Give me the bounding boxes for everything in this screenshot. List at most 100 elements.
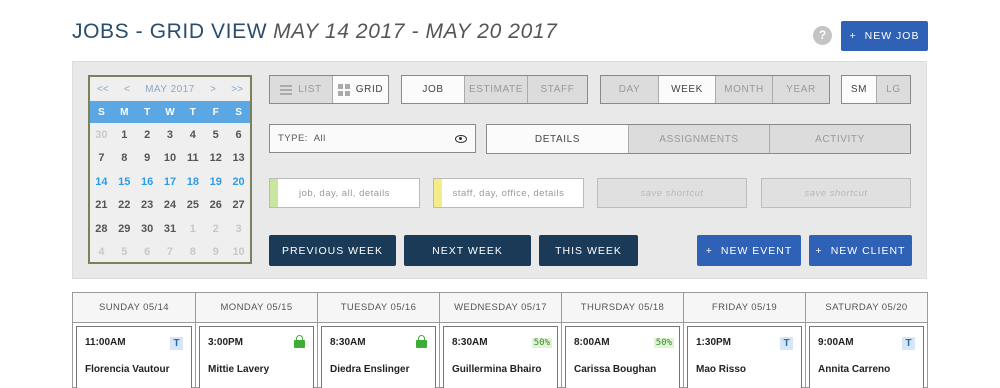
calendar-day-selected[interactable]: 20 — [227, 176, 250, 188]
calendar-day[interactable]: 4 — [90, 246, 113, 258]
type-filter-select[interactable]: TYPE: All — [269, 124, 476, 153]
calendar-day[interactable]: 1 — [113, 129, 136, 141]
calendar-day[interactable]: 4 — [181, 129, 204, 141]
size-toggle: SM LG — [841, 75, 911, 104]
prev-year-button[interactable]: << — [97, 84, 109, 95]
event-client-name: Guillermina Bhairo — [452, 364, 542, 375]
event-time: 9:00AM — [818, 337, 854, 348]
calendar-day[interactable]: 27 — [227, 199, 250, 211]
event-client-name: Annita Carreno — [818, 364, 891, 375]
calendar-day-selected[interactable]: 18 — [181, 176, 204, 188]
new-client-button[interactable]: + NEW CLIENT — [809, 235, 912, 266]
save-shortcut-button[interactable]: save shortcut — [761, 178, 911, 208]
date-range: MAY 14 2017 - MAY 20 2017 — [273, 20, 558, 43]
calendar-day[interactable]: 26 — [204, 199, 227, 211]
calendar-day[interactable]: 23 — [136, 199, 159, 211]
calendar-day[interactable]: 7 — [159, 246, 182, 258]
calendar-day[interactable]: 10 — [227, 246, 250, 258]
eye-icon[interactable] — [455, 134, 467, 143]
event-card[interactable]: 8:30AM 50% Guillermina Bhairo — [443, 326, 558, 388]
staff-search-placeholder: staff, day, office, details — [452, 187, 565, 199]
size-sm-tab[interactable]: SM — [842, 76, 876, 103]
event-card[interactable]: 1:30PM T Mao Risso — [687, 326, 802, 388]
next-year-button[interactable]: >> — [231, 84, 243, 95]
save-shortcut-button[interactable]: save shortcut — [597, 178, 747, 208]
calendar-day[interactable]: 7 — [90, 152, 113, 164]
tab-activity[interactable]: ACTIVITY — [769, 125, 910, 153]
next-week-button[interactable]: NEXT WEEK — [404, 235, 531, 266]
next-month-button[interactable]: > — [210, 84, 216, 95]
new-event-button[interactable]: + NEW EVENT — [697, 235, 801, 266]
calendar-day[interactable]: 2 — [136, 129, 159, 141]
day-column-monday: MONDAY 05/15 3:00PM Mittie Lavery — [195, 293, 317, 388]
staff-tab[interactable]: STAFF — [527, 76, 587, 103]
calendar-day[interactable]: 30 — [90, 129, 113, 141]
event-time: 8:00AM — [574, 337, 610, 348]
new-job-button[interactable]: + NEW JOB — [841, 21, 928, 51]
calendar-day[interactable]: 8 — [113, 152, 136, 164]
calendar-day[interactable]: 2 — [204, 223, 227, 235]
calendar-day-selected[interactable]: 17 — [159, 176, 182, 188]
tab-assignments[interactable]: ASSIGNMENTS — [628, 125, 769, 153]
job-tab[interactable]: JOB — [402, 76, 464, 103]
calendar-day[interactable]: 3 — [227, 223, 250, 235]
event-card[interactable]: 8:00AM 50% Carissa Boughan — [565, 326, 680, 388]
tab-details[interactable]: DETAILS — [487, 125, 628, 153]
size-lg-tab[interactable]: LG — [876, 76, 910, 103]
previous-week-button[interactable]: PREVIOUS WEEK — [269, 235, 396, 266]
calendar-day[interactable]: 30 — [136, 223, 159, 235]
job-search-input[interactable]: job, day, all, details — [269, 178, 420, 208]
staff-search-input[interactable]: staff, day, office, details — [433, 178, 584, 208]
prev-month-button[interactable]: < — [124, 84, 130, 95]
calendar-day[interactable]: 5 — [113, 246, 136, 258]
staff-color-stripe — [434, 179, 442, 207]
event-card[interactable]: 3:00PM Mittie Lavery — [199, 326, 314, 388]
month-tab[interactable]: MONTH — [715, 76, 772, 103]
week-grid: SUNDAY 05/14 11:00AM T Florencia Vautour… — [72, 292, 928, 388]
weekday-label: S — [98, 106, 105, 118]
calendar-day-selected[interactable]: 19 — [204, 176, 227, 188]
event-card[interactable]: 8:30AM Diedra Enslinger — [321, 326, 436, 388]
calendar-day[interactable]: 5 — [204, 129, 227, 141]
page-title-text: JOBS - GRID VIEW — [72, 20, 268, 43]
list-view-button[interactable]: LIST — [270, 76, 332, 103]
grid-view-button[interactable]: GRID — [332, 76, 388, 103]
calendar-day[interactable]: 31 — [159, 223, 182, 235]
job-search-placeholder: job, day, all, details — [298, 187, 391, 199]
event-time: 1:30PM — [696, 337, 732, 348]
calendar-header: << < MAY 2017 > >> — [90, 77, 250, 101]
help-icon[interactable]: ? — [813, 26, 832, 45]
calendar-day[interactable]: 6 — [227, 129, 250, 141]
calendar-day[interactable]: 9 — [136, 152, 159, 164]
day-header: WEDNESDAY 05/17 — [440, 293, 561, 323]
day-tab[interactable]: DAY — [601, 76, 658, 103]
week-tab[interactable]: WEEK — [658, 76, 715, 103]
event-card[interactable]: 11:00AM T Florencia Vautour — [76, 326, 192, 388]
calendar-day[interactable]: 8 — [181, 246, 204, 258]
calendar-day[interactable]: 3 — [159, 129, 182, 141]
event-card[interactable]: 9:00AM T Annita Carreno — [809, 326, 924, 388]
calendar-day[interactable]: 22 — [113, 199, 136, 211]
calendar-day[interactable]: 21 — [90, 199, 113, 211]
this-week-button[interactable]: THIS WEEK — [539, 235, 638, 266]
calendar-day[interactable]: 13 — [227, 152, 250, 164]
day-column-wednesday: WEDNESDAY 05/17 8:30AM 50% Guillermina B… — [439, 293, 561, 388]
calendar-day[interactable]: 10 — [159, 152, 182, 164]
calendar-day[interactable]: 11 — [181, 152, 204, 164]
calendar-day[interactable]: 12 — [204, 152, 227, 164]
year-tab[interactable]: YEAR — [772, 76, 829, 103]
calendar-day-selected[interactable]: 16 — [136, 176, 159, 188]
day-header: SATURDAY 05/20 — [806, 293, 927, 323]
calendar-day[interactable]: 29 — [113, 223, 136, 235]
calendar-day-selected[interactable]: 14 — [90, 176, 113, 188]
day-column-friday: FRIDAY 05/19 1:30PM T Mao Risso — [683, 293, 805, 388]
calendar-day[interactable]: 25 — [181, 199, 204, 211]
calendar-day[interactable]: 1 — [181, 223, 204, 235]
calendar-day[interactable]: 24 — [159, 199, 182, 211]
day-header: TUESDAY 05/16 — [318, 293, 439, 323]
estimate-tab[interactable]: ESTIMATE — [464, 76, 527, 103]
calendar-day[interactable]: 6 — [136, 246, 159, 258]
calendar-day[interactable]: 28 — [90, 223, 113, 235]
calendar-day-selected[interactable]: 15 — [113, 176, 136, 188]
calendar-day[interactable]: 9 — [204, 246, 227, 258]
